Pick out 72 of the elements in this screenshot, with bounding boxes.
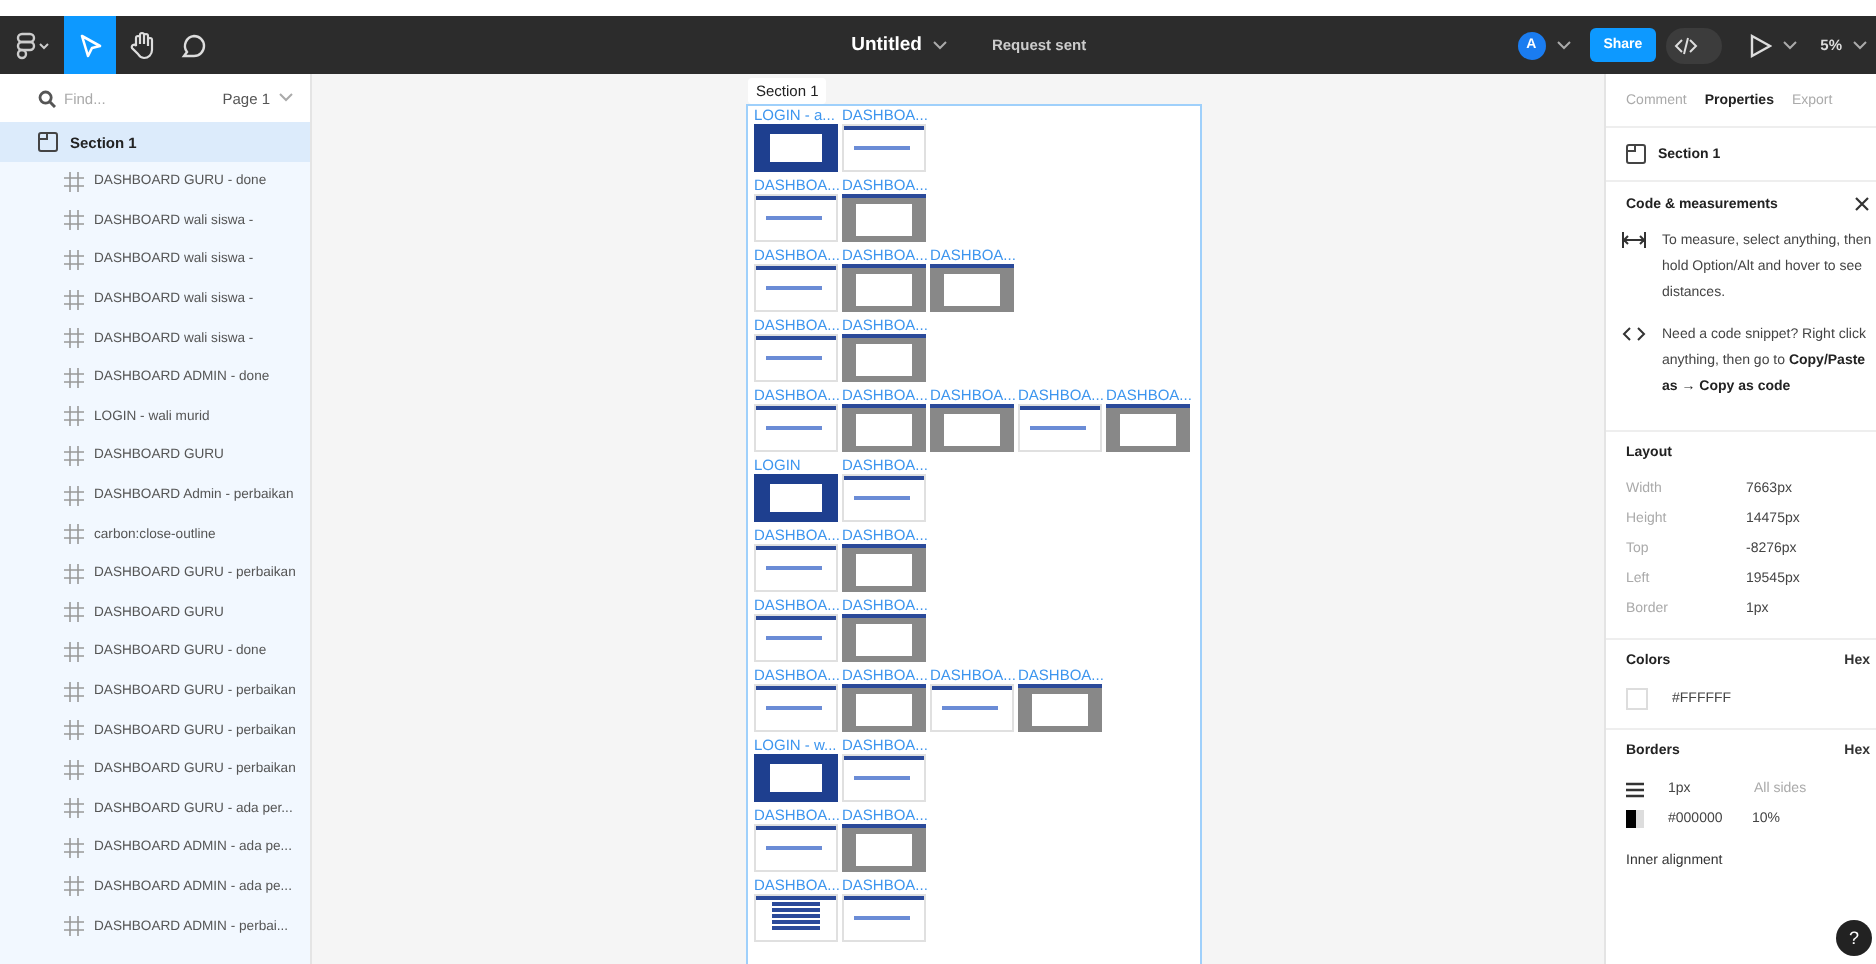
login-screen-thumbnail[interactable] (754, 754, 838, 802)
dashboard-thumbnail[interactable] (754, 614, 838, 662)
frame-icon (64, 406, 84, 427)
section-icon (1626, 144, 1646, 164)
frame-icon (64, 485, 84, 506)
dashboard-thumbnail[interactable] (1018, 404, 1102, 452)
frame-icon (64, 759, 84, 780)
frame-icon (64, 445, 84, 466)
dashboard-thumbnail[interactable] (842, 894, 926, 942)
dashboard-thumbnail[interactable] (842, 124, 926, 172)
border-width-icon (1626, 781, 1644, 797)
play-icon[interactable] (1748, 33, 1773, 57)
modal-dashboard-thumbnail[interactable] (930, 264, 1014, 312)
modal-dashboard-thumbnail[interactable] (842, 824, 926, 872)
frame-icon (64, 367, 84, 388)
table-dashboard-thumbnail[interactable] (754, 894, 838, 942)
close-icon[interactable] (1854, 196, 1870, 212)
dashboard-thumbnail[interactable] (754, 824, 838, 872)
modal-dashboard-thumbnail[interactable] (1106, 404, 1190, 452)
frame-icon (64, 210, 84, 231)
modal-dashboard-thumbnail[interactable] (842, 194, 926, 242)
frame-icon (64, 681, 84, 702)
search-icon (38, 89, 56, 107)
help-button[interactable]: ? (1836, 920, 1872, 956)
code-icon (1622, 326, 1646, 342)
dashboard-thumbnail[interactable] (754, 544, 838, 592)
modal-dashboard-thumbnail[interactable] (842, 544, 926, 592)
dashboard-thumbnail[interactable] (842, 474, 926, 522)
modal-dashboard-thumbnail[interactable] (842, 264, 926, 312)
chevron-down-icon[interactable] (1782, 39, 1799, 51)
dashboard-thumbnail[interactable] (754, 404, 838, 452)
comment-icon (180, 31, 208, 59)
frame-icon (64, 641, 84, 662)
dev-mode-toggle[interactable] (1666, 27, 1723, 63)
frame-icon (64, 328, 84, 349)
frame-icon (64, 171, 84, 192)
modal-dashboard-thumbnail[interactable] (842, 684, 926, 732)
modal-dashboard-thumbnail[interactable] (842, 334, 926, 382)
dashboard-thumbnail[interactable] (754, 334, 838, 382)
login-screen-thumbnail[interactable] (754, 474, 838, 522)
dashboard-thumbnail[interactable] (754, 684, 838, 732)
frame-icon (64, 524, 84, 545)
frame-icon (64, 837, 84, 858)
dashboard-thumbnail[interactable] (754, 264, 838, 312)
modal-dashboard-thumbnail[interactable] (1018, 684, 1102, 732)
chevron-down-icon[interactable] (931, 39, 948, 51)
dashboard-thumbnail[interactable] (754, 194, 838, 242)
chevron-down-icon[interactable] (1852, 39, 1868, 51)
frame-icon (64, 720, 84, 741)
code-icon (1674, 35, 1699, 55)
frame-icon (64, 563, 84, 584)
frame-icon (64, 916, 84, 937)
frame-icon (64, 876, 84, 897)
modal-dashboard-thumbnail[interactable] (930, 404, 1014, 452)
modal-dashboard-thumbnail[interactable] (842, 614, 926, 662)
frame-icon (64, 289, 84, 310)
file-title[interactable]: Untitled (851, 34, 922, 56)
hand-icon (128, 30, 156, 60)
dashboard-thumbnail[interactable] (930, 684, 1014, 732)
dashboard-thumbnail[interactable] (842, 754, 926, 802)
color-swatch (1626, 810, 1644, 828)
login-screen-thumbnail[interactable] (754, 124, 838, 172)
figma-logo-icon (14, 31, 50, 59)
frame-icon (64, 602, 84, 623)
measure-icon (1622, 232, 1646, 248)
section-frame[interactable] (746, 104, 1202, 964)
frame-icon (64, 249, 84, 270)
chevron-down-icon[interactable] (1555, 39, 1572, 51)
modal-dashboard-thumbnail[interactable] (842, 404, 926, 452)
section-icon (38, 132, 58, 152)
frame-icon (64, 798, 84, 819)
cursor-icon (76, 31, 104, 59)
